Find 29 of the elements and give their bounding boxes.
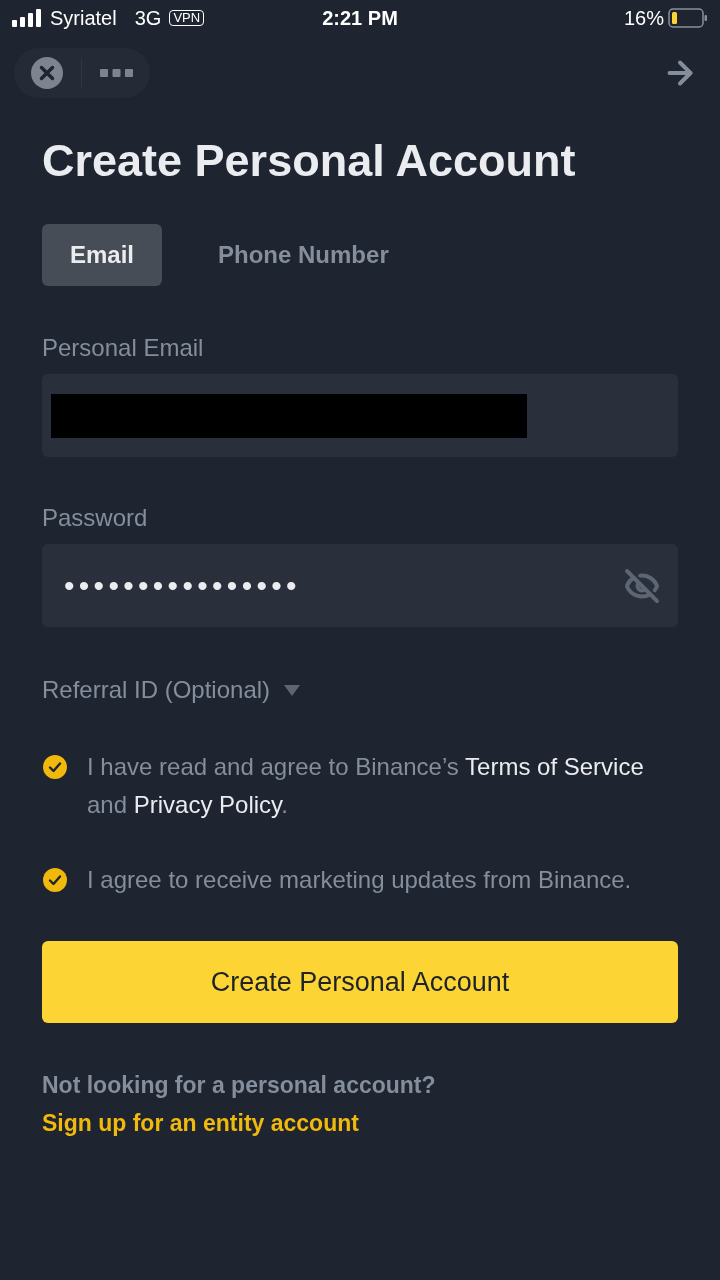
checkbox-icon[interactable] (43, 755, 67, 779)
field-label: Personal Email (42, 333, 204, 363)
agreement-link[interactable]: Privacy Policy (133, 791, 282, 818)
page-title: Create Personal Account (42, 135, 576, 187)
create-account-button[interactable]: Create Personal Account (42, 941, 678, 1023)
tab[interactable]: Phone Number (190, 224, 417, 286)
referral-toggle[interactable]: Referral ID (Optional) (42, 675, 271, 705)
battery-percent: 16% (623, 6, 664, 31)
footer-text: Not looking for a personal account? Sign up for an entity account (42, 1071, 437, 1138)
close-icon[interactable] (31, 57, 63, 89)
agreement-text: I have read and agree to Binance’s Terms of Service and Privacy Policy. (87, 752, 645, 820)
vpn-indicator: VPN (169, 10, 205, 26)
email-field[interactable] (42, 374, 678, 457)
status-time: 2:21 PM (322, 6, 398, 31)
battery-icon (668, 8, 708, 28)
password-field[interactable]: •••••••••••••••• (42, 544, 678, 627)
field-label: Password (42, 503, 148, 533)
agreement-text: I agree to receive marketing updates from Binance. (87, 865, 632, 895)
more-icon[interactable] (100, 68, 133, 78)
tab[interactable]: Email (42, 224, 163, 286)
eye-off-icon[interactable] (624, 567, 660, 604)
caret-icon[interactable] (284, 684, 301, 696)
agreement-link[interactable]: Terms of Service (465, 753, 644, 780)
entity-signup-link[interactable]: Sign up for an entity account (42, 1110, 359, 1136)
password-value: •••••••••••••••• (64, 570, 301, 601)
network-type: 3G (134, 6, 162, 31)
checkbox-icon[interactable] (43, 868, 67, 892)
carrier-name: Syriatel (50, 6, 117, 31)
signal-icon (12, 9, 42, 27)
